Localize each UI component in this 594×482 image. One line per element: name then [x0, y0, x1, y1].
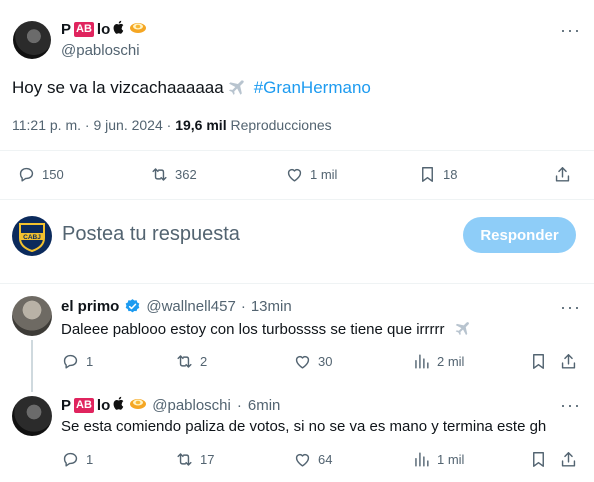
tweet-meta: 11:21 p. m. · 9 jun. 2024 · 19,6 mil Rep…: [12, 117, 332, 133]
bookmark-count: 18: [443, 167, 458, 182]
meta-separator: ·: [84, 117, 90, 133]
tweet-date[interactable]: 9 jun. 2024: [93, 117, 162, 133]
author-name-suffix: lo: [96, 21, 111, 38]
author-name-prefix: P: [61, 21, 72, 38]
reply-icon: [63, 354, 78, 369]
author-handle[interactable]: @pabloschi: [61, 42, 140, 59]
user-avatar[interactable]: CABJ: [12, 216, 52, 256]
tweet-text: Hoy se va la vizcachaaaaaa #GranHermano: [12, 78, 371, 98]
views-icon: [415, 354, 429, 369]
author-avatar[interactable]: [13, 21, 51, 59]
views-count: 2 mil: [437, 354, 465, 369]
apple-icon: [113, 396, 126, 415]
views-icon: [415, 452, 429, 467]
reply-text: Daleee pablooo estoy con los turbossss s…: [61, 320, 471, 338]
tweet-time[interactable]: 11:21 p. m.: [12, 117, 81, 133]
share-icon: [561, 452, 576, 467]
reply-input[interactable]: Postea tu respuesta: [62, 223, 240, 246]
tweet-body: Hoy se va la vizcachaaaaaa: [12, 78, 224, 97]
repost-icon: [177, 453, 192, 466]
thread-line: [31, 340, 33, 392]
reply-header: el primo @wallnell457 · 13min: [61, 298, 292, 315]
reply-body: Daleee pablooo estoy con los turbossss s…: [61, 320, 445, 338]
more-icon[interactable]: ···: [560, 20, 581, 41]
reply-header: P AB lo @pabloschi · 6min: [61, 396, 280, 415]
share-button[interactable]: [553, 165, 572, 184]
like-icon: [287, 168, 302, 182]
share-icon: [561, 354, 576, 369]
like-icon: [295, 355, 310, 369]
boca-crest-icon: CABJ: [19, 223, 45, 253]
egg-icon: [129, 396, 147, 415]
like-count: 30: [318, 354, 333, 369]
hashtag-link[interactable]: #GranHermano: [254, 78, 371, 98]
airplane-icon: [453, 320, 471, 338]
reply-count: 150: [42, 167, 64, 182]
reply-author-name-badge: AB: [74, 398, 94, 413]
bookmark-icon: [422, 167, 433, 182]
reply-author-name-suffix[interactable]: lo: [97, 397, 110, 414]
reply-separator: ·: [236, 397, 242, 414]
views-label[interactable]: Reproducciones: [230, 117, 331, 133]
repost-button[interactable]: 362: [150, 165, 197, 184]
bookmark-button[interactable]: [529, 450, 548, 469]
repost-icon: [177, 355, 192, 368]
verified-icon: [126, 299, 140, 313]
divider: [0, 150, 594, 151]
reply-text: Se esta comiendo paliza de votos, si no …: [61, 418, 547, 435]
reply-icon: [63, 452, 78, 467]
reply-button[interactable]: 1: [61, 450, 93, 469]
reply-button[interactable]: 1: [61, 352, 93, 371]
like-icon: [295, 453, 310, 467]
reply-time[interactable]: 6min: [248, 397, 281, 414]
bookmark-button[interactable]: 18: [418, 165, 457, 184]
repost-count: 2: [200, 354, 208, 369]
more-icon[interactable]: ···: [560, 395, 581, 416]
reply-time[interactable]: 13min: [251, 298, 292, 315]
bookmark-icon: [533, 354, 544, 369]
like-count: 1 mil: [310, 167, 338, 182]
repost-count: 17: [200, 452, 215, 467]
like-button[interactable]: 1 mil: [285, 165, 337, 184]
reply-count: 1: [86, 452, 94, 467]
repost-button[interactable]: 17: [175, 450, 214, 469]
reply-submit-button[interactable]: Responder: [463, 217, 576, 253]
reply-avatar[interactable]: [12, 396, 52, 436]
like-button[interactable]: 64: [293, 450, 332, 469]
reply-author-name[interactable]: el primo: [61, 298, 119, 315]
reply-handle[interactable]: @pabloschi: [152, 397, 231, 414]
meta-separator: ·: [166, 117, 172, 133]
author-name[interactable]: P AB lo: [61, 20, 147, 39]
share-button[interactable]: [559, 352, 578, 371]
repost-icon: [152, 168, 167, 181]
views-count: 19,6 mil: [175, 117, 227, 133]
reply-button[interactable]: 150: [17, 165, 64, 184]
more-icon[interactable]: ···: [560, 297, 581, 318]
repost-button[interactable]: 2: [175, 352, 207, 371]
views-count: 1 mil: [437, 452, 465, 467]
reply-avatar[interactable]: [12, 296, 52, 336]
share-icon: [555, 167, 570, 182]
divider: [0, 283, 594, 284]
egg-icon: [129, 20, 147, 39]
like-button[interactable]: 30: [293, 352, 332, 371]
reply-icon: [19, 167, 34, 182]
apple-icon: [113, 20, 126, 39]
bookmark-button[interactable]: [529, 352, 548, 371]
views-button[interactable]: 2 mil: [412, 352, 464, 371]
svg-text:CABJ: CABJ: [23, 234, 41, 241]
reply-handle[interactable]: @wallnell457: [146, 298, 235, 315]
share-button[interactable]: [559, 450, 578, 469]
bookmark-icon: [533, 452, 544, 467]
like-count: 64: [318, 452, 333, 467]
views-button[interactable]: 1 mil: [412, 450, 464, 469]
reply-author-name-prefix[interactable]: P: [61, 397, 71, 414]
airplane-icon: [226, 78, 246, 98]
repost-count: 362: [175, 167, 197, 182]
reply-count: 1: [86, 354, 94, 369]
divider: [0, 199, 594, 200]
reply-separator: ·: [240, 298, 246, 315]
author-name-badge: AB: [74, 22, 94, 37]
